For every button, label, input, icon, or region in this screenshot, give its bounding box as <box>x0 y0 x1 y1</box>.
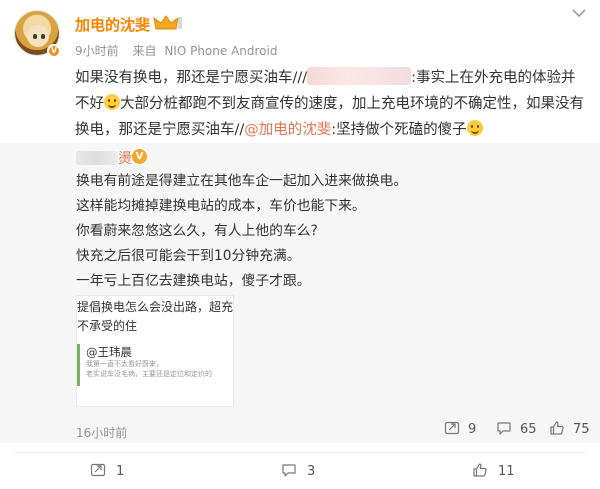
source-prefix: 来自 <box>132 44 157 58</box>
repost-line-4: 快充之后很可能会干到10分钟充满。 <box>76 248 301 264</box>
post-header: V 加电的沈斐 9小时前 来自 NIO Phone Android <box>0 0 600 60</box>
repost-share-count: 9 <box>468 422 477 437</box>
like-count: 11 <box>498 464 515 479</box>
verified-badge-icon: V <box>47 44 61 58</box>
author-mention-link[interactable]: @加电的沈斐 <box>244 122 331 138</box>
repost-comment-count: 65 <box>520 422 537 437</box>
repost-line-1: 换电有前途是得建立在其他车企一起加入进来做换电。 <box>76 173 408 189</box>
card-quote-name: @王玮晨 <box>86 345 132 359</box>
repost-username-suffix[interactable]: 燙 <box>118 148 132 168</box>
thumbs-up-icon <box>473 463 487 477</box>
repost-time[interactable]: 16小时前 <box>76 424 127 441</box>
author-name[interactable]: 加电的沈斐 <box>75 14 150 35</box>
comment-icon <box>282 464 296 477</box>
repost-share-stat[interactable]: 9 <box>444 420 476 437</box>
thumbs-up-icon <box>550 421 564 435</box>
repost-line-5: 一年亏上百亿去建换电站，傻子才跟。 <box>76 273 311 289</box>
repost-username-blurred[interactable] <box>76 151 118 165</box>
comment-button[interactable]: 3 <box>281 462 315 479</box>
blurred-mention <box>307 67 412 85</box>
card-quote-line2: 老实说车没毛病，主要还是定位和定价的 <box>86 370 212 378</box>
post-meta: 9小时前 来自 NIO Phone Android <box>75 42 277 59</box>
comment-icon <box>497 422 511 435</box>
repost-comment-stat[interactable]: 65 <box>496 420 537 437</box>
repost-like-count: 75 <box>573 422 590 437</box>
share-icon <box>90 463 106 477</box>
repost-button[interactable]: 1 <box>90 462 124 479</box>
repost-text: 换电有前途是得建立在其他车企一起加入进来做换电。 这样能均摊掉建换电站的成本，车… <box>76 169 586 294</box>
verified-v-icon: V <box>132 149 147 164</box>
post-text-part4: :坚持做个死磕的傻子 <box>331 122 467 138</box>
screenshot-card[interactable]: 提倡换电怎么会没出路，超充多了 不承受的住 @王玮晨 我第一直不太看好蔚来， 老… <box>76 295 234 407</box>
repost-line-2: 这样能均摊掉建换电站的成本，车价也能下来。 <box>76 198 366 214</box>
card-quote-line1: 我第一直不太看好蔚来， <box>86 360 163 368</box>
card-title: 提倡换电怎么会没出路，超充多了 不承受的住 <box>77 298 234 336</box>
emoji-icon <box>104 94 120 110</box>
repost-like-stat[interactable]: 75 <box>549 420 590 437</box>
divider <box>14 452 586 453</box>
like-button[interactable]: 11 <box>472 462 515 479</box>
post-time[interactable]: 9小时前 <box>75 44 119 58</box>
share-icon <box>444 421 460 435</box>
crown-icon <box>153 15 182 30</box>
repost-count: 1 <box>116 464 125 479</box>
card-title-line2: 不承受的住 <box>77 319 138 333</box>
post-source: NIO Phone Android <box>164 44 278 58</box>
comment-count: 3 <box>307 464 316 479</box>
post-text-part1: 如果没有换电，那还是宁愿买油车/// <box>75 70 308 86</box>
post-text: 如果没有换电，那还是宁愿买油车///:事实上在外充电的体验并不好 大部分桩都跑不到… <box>75 65 587 143</box>
smile-emoji-icon <box>466 120 483 136</box>
card-quote: @王玮晨 我第一直不太看好蔚来， 老实说车没毛病，主要还是定位和定价的 <box>77 344 233 386</box>
chevron-down-icon[interactable] <box>568 6 590 20</box>
repost-line-3: 你看蔚来忽悠这么久，有人上他的车么? <box>76 223 318 239</box>
card-title-line1: 提倡换电怎么会没出路，超充多了 <box>77 300 234 314</box>
